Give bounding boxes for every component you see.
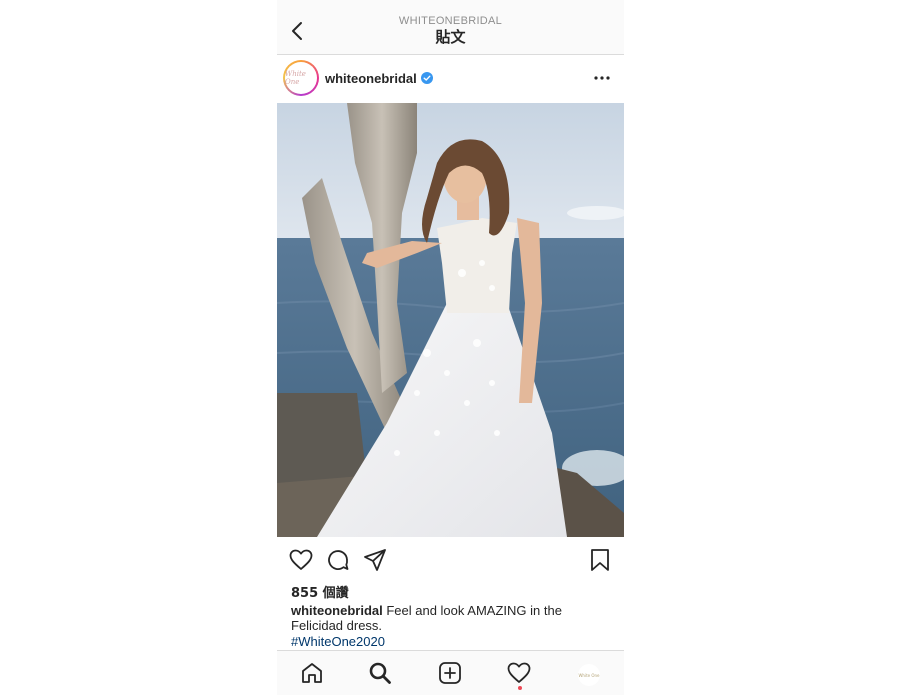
- caption-hashtag[interactable]: #WhiteOne2020: [291, 634, 385, 649]
- nav-search[interactable]: [366, 659, 394, 687]
- header-account-name: WHITEONEBRIDAL: [398, 15, 503, 27]
- notification-dot: [518, 686, 522, 690]
- paper-plane-icon: [364, 549, 386, 571]
- plus-square-icon: [439, 662, 461, 684]
- heart-icon: [289, 549, 313, 570]
- page-title: 貼文: [435, 28, 466, 46]
- post-header: White One whiteonebridal: [277, 55, 624, 103]
- like-button[interactable]: [288, 547, 314, 573]
- caption-username[interactable]: whiteonebridal: [291, 603, 383, 618]
- bottom-navigation-bar: White One: [277, 650, 624, 695]
- top-navigation-bar: WHITEONEBRIDAL 貼文: [277, 0, 624, 55]
- back-arrow-icon: [292, 22, 302, 40]
- nav-home[interactable]: [298, 659, 326, 687]
- save-button[interactable]: [587, 547, 613, 573]
- back-button[interactable]: [285, 18, 309, 44]
- post-actions-bar: [277, 537, 624, 581]
- post-caption: whiteonebridal Feel and look AMAZING in …: [291, 603, 591, 633]
- heart-icon: [507, 662, 531, 683]
- nav-activity[interactable]: [505, 659, 533, 687]
- avatar[interactable]: White One: [283, 60, 319, 96]
- instagram-app: WHITEONEBRIDAL 貼文 White One whiteonebrid…: [277, 0, 624, 695]
- avatar-logo: White One: [285, 62, 317, 94]
- bride-photo-illustration: [277, 103, 624, 537]
- bookmark-icon: [591, 549, 609, 571]
- comment-button[interactable]: [325, 547, 351, 573]
- header-titles: WHITEONEBRIDAL 貼文: [337, 14, 564, 46]
- more-options-button[interactable]: [590, 67, 614, 89]
- post-image[interactable]: [277, 103, 624, 537]
- like-count[interactable]: 855 個讚: [291, 582, 349, 601]
- profile-logo-text: White One: [578, 672, 600, 678]
- avatar-logo-text: White One: [285, 70, 306, 86]
- more-options-icon: [594, 76, 610, 80]
- search-icon: [369, 662, 391, 684]
- nav-new-post[interactable]: [436, 659, 464, 687]
- post-username[interactable]: whiteonebridal: [325, 71, 417, 86]
- share-button[interactable]: [362, 547, 388, 573]
- home-icon: [302, 663, 322, 683]
- verified-badge-icon: [421, 72, 433, 84]
- comment-icon: [328, 550, 349, 570]
- nav-profile[interactable]: White One: [578, 664, 600, 686]
